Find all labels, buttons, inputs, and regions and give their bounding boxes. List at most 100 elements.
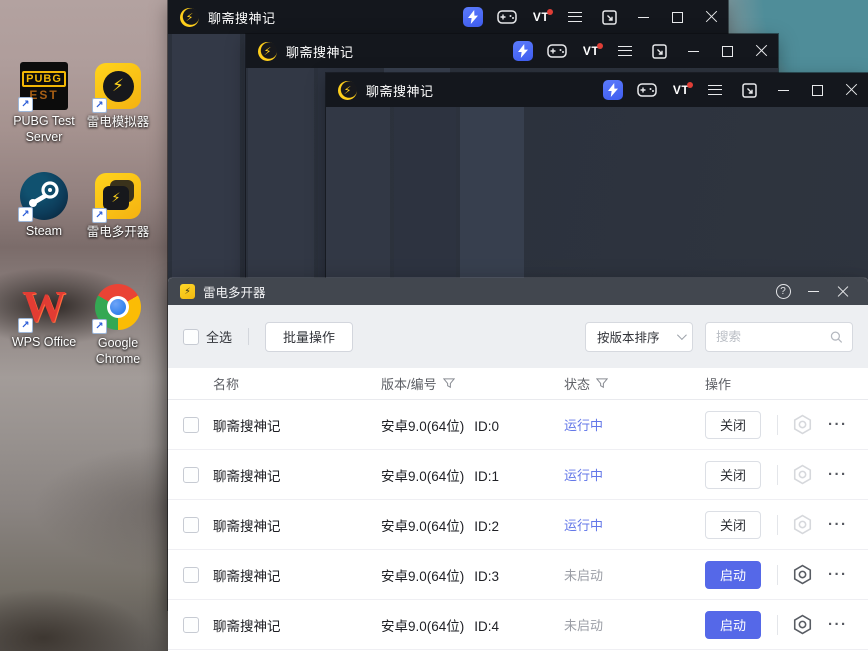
emulator-titlebar[interactable]: ⚡ 聊斋搜神记 VT	[326, 73, 868, 107]
hamburger-icon	[708, 85, 722, 95]
settings-gear-icon[interactable]	[792, 514, 813, 535]
minimize-button[interactable]	[676, 34, 710, 68]
instance-name: 聊斋搜神记	[213, 518, 281, 534]
emulator-titlebar[interactable]: ⚡ 聊斋搜神记 VT	[168, 0, 728, 34]
stop-instance-button[interactable]: 关闭	[705, 410, 761, 439]
instance-name: 聊斋搜神记	[213, 468, 281, 484]
instance-id: ID:4	[474, 618, 500, 634]
manager-app-icon: ⚡	[180, 284, 195, 299]
select-all-label: 全选	[206, 330, 233, 345]
maximize-icon	[671, 11, 683, 23]
desktop-icon-multiplayer[interactable]: ⚡ ↗ 雷电多开器	[74, 172, 162, 241]
ldplayer-logo-icon: ⚡	[258, 41, 277, 61]
minimize-button[interactable]	[766, 73, 800, 107]
menu-button[interactable]	[698, 73, 732, 107]
more-options-button[interactable]: ···	[828, 617, 848, 632]
more-options-button[interactable]: ···	[828, 517, 848, 532]
close-button[interactable]	[828, 278, 858, 305]
settings-gear-icon[interactable]	[792, 414, 813, 435]
settings-gear-icon[interactable]	[792, 614, 813, 635]
minimize-icon	[637, 16, 649, 18]
maximize-icon	[721, 45, 733, 57]
row-checkbox[interactable]	[183, 616, 199, 633]
more-options-button[interactable]: ···	[828, 417, 848, 432]
status-badge: 运行中	[564, 468, 604, 483]
ldplayer-logo-icon: ⚡	[338, 80, 357, 100]
maximize-button[interactable]	[800, 73, 834, 107]
table-header: 名称 版本/编号 状态 操作	[168, 368, 868, 400]
instance-version: 安卓9.0(64位)	[381, 518, 465, 534]
emulator-titlebar[interactable]: ⚡ 聊斋搜神记 VT	[246, 34, 778, 68]
row-checkbox[interactable]	[183, 516, 199, 533]
close-button[interactable]	[834, 73, 868, 107]
sort-dropdown[interactable]: 按版本排序	[585, 321, 693, 352]
desktop-icon-chrome[interactable]: ↗ Google Chrome	[74, 283, 162, 367]
filter-icon[interactable]	[596, 377, 609, 390]
start-instance-button[interactable]: 启动	[705, 560, 761, 589]
shrink-window-button[interactable]	[592, 0, 626, 34]
settings-gear-icon[interactable]	[792, 464, 813, 485]
status-badge: 未启动	[564, 568, 604, 583]
minimize-button[interactable]	[798, 278, 828, 305]
close-button[interactable]	[744, 34, 778, 68]
boost-button[interactable]	[596, 73, 630, 107]
more-options-button[interactable]: ···	[828, 567, 848, 582]
close-icon	[845, 84, 858, 97]
desktop-icon-ldplayer[interactable]: ⚡ ↗ 雷电模拟器	[74, 62, 162, 131]
instance-row: 聊斋搜神记 安卓9.0(64位) ID:2 运行中 关闭 ···	[168, 500, 868, 550]
vt-indicator[interactable]: VT	[524, 0, 558, 34]
menu-button[interactable]	[558, 0, 592, 34]
shrink-window-button[interactable]	[642, 34, 676, 68]
select-all-checkbox[interactable]	[183, 328, 199, 345]
close-button[interactable]	[694, 0, 728, 34]
minimize-button[interactable]	[626, 0, 660, 34]
batch-operation-button[interactable]: 批量操作	[265, 321, 354, 352]
vt-indicator[interactable]: VT	[574, 34, 608, 68]
toolbar-divider	[248, 328, 250, 345]
close-icon	[705, 11, 718, 24]
instance-name: 聊斋搜神记	[213, 418, 281, 434]
stop-instance-button[interactable]: 关闭	[705, 460, 761, 489]
instance-version: 安卓9.0(64位)	[381, 618, 465, 634]
row-checkbox[interactable]	[183, 466, 199, 483]
row-divider	[777, 464, 778, 485]
shortcut-arrow-icon: ↗	[18, 207, 33, 222]
instance-id: ID:2	[474, 518, 500, 534]
instance-id: ID:3	[474, 568, 500, 584]
desktop-icon-label: 雷电模拟器	[86, 115, 150, 129]
settings-gear-icon[interactable]	[792, 564, 813, 585]
desktop-screen: PUBG EST ↗ PUBG Test Server ⚡ ↗ 雷电模拟器 ↗ …	[0, 0, 868, 651]
search-input[interactable]	[716, 329, 831, 344]
help-button[interactable]: ?	[768, 278, 798, 305]
stop-instance-button[interactable]: 关闭	[705, 510, 761, 539]
row-checkbox[interactable]	[183, 566, 199, 583]
more-options-button[interactable]: ···	[828, 467, 848, 482]
manager-titlebar[interactable]: ⚡ 雷电多开器 ?	[168, 278, 868, 305]
hamburger-icon	[568, 12, 582, 22]
vt-alert-dot	[597, 43, 603, 49]
menu-button[interactable]	[608, 34, 642, 68]
gamepad-icon[interactable]	[490, 0, 524, 34]
boost-button[interactable]	[456, 0, 490, 34]
gamepad-icon[interactable]	[630, 73, 664, 107]
multiplayer-manager-window: ⚡ 雷电多开器 ? 全选 批量操作 按版本排序 名称 版本/编	[168, 278, 868, 651]
row-divider	[777, 564, 778, 585]
row-checkbox[interactable]	[183, 416, 199, 433]
hamburger-icon	[618, 46, 632, 56]
boost-button[interactable]	[506, 34, 540, 68]
search-box[interactable]	[705, 321, 853, 352]
status-badge: 未启动	[564, 618, 604, 633]
shrink-window-button[interactable]	[732, 73, 766, 107]
search-icon	[831, 331, 843, 343]
instance-row: 聊斋搜神记 安卓9.0(64位) ID:4 未启动 启动 ···	[168, 600, 868, 650]
shortcut-arrow-icon: ↗	[92, 208, 107, 223]
maximize-button[interactable]	[660, 0, 694, 34]
vt-indicator[interactable]: VT	[664, 73, 698, 107]
filter-icon[interactable]	[442, 377, 455, 390]
start-instance-button[interactable]: 启动	[705, 610, 761, 639]
maximize-button[interactable]	[710, 34, 744, 68]
instance-name: 聊斋搜神记	[213, 618, 281, 634]
chevron-down-icon	[676, 330, 687, 341]
ldplayer-logo-icon: ⚡	[180, 7, 199, 27]
gamepad-icon[interactable]	[540, 34, 574, 68]
